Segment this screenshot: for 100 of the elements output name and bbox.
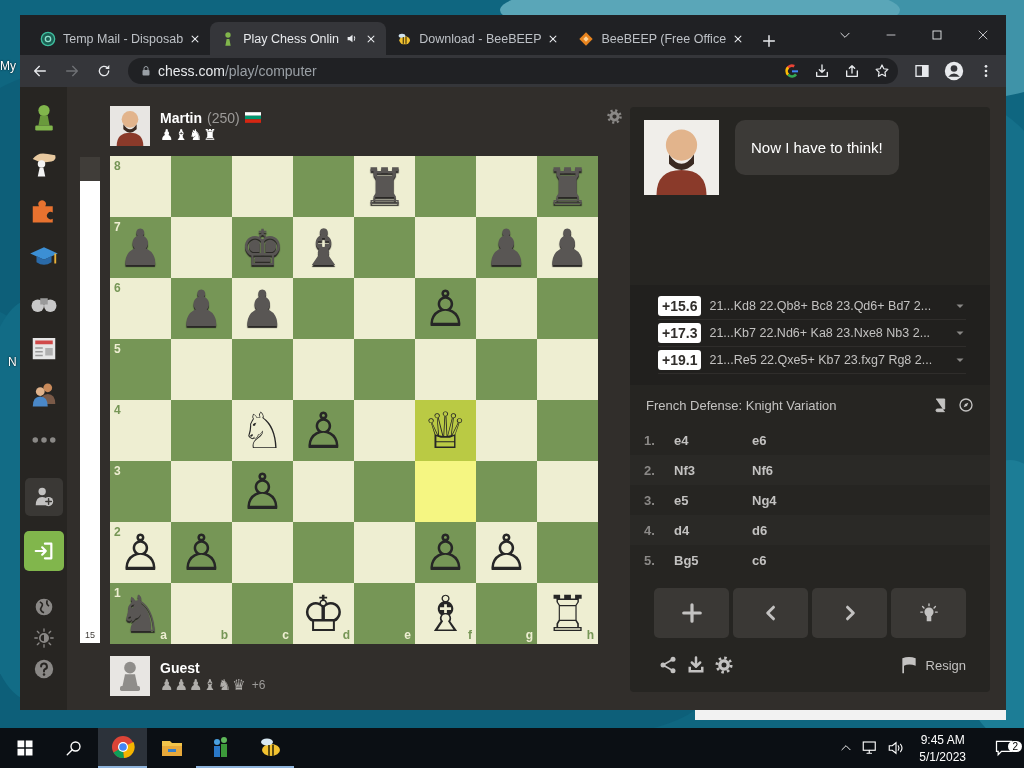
brightness-icon[interactable] xyxy=(33,627,54,648)
chess-piece[interactable]: ♙ xyxy=(240,466,285,517)
material-advantage: +6 xyxy=(251,678,266,692)
new-tab-icon[interactable] xyxy=(761,33,778,49)
move-number: 4. xyxy=(644,522,656,538)
profile-icon[interactable] xyxy=(944,61,964,81)
volume-icon[interactable] xyxy=(887,739,906,757)
google-icon[interactable] xyxy=(784,63,800,79)
rank-label: 6 xyxy=(114,281,121,295)
board-square[interactable]: ♕ xyxy=(415,400,476,461)
move-text[interactable]: e6 xyxy=(752,432,767,448)
board-square[interactable]: ♝ xyxy=(293,217,354,278)
board-square[interactable]: ♟ xyxy=(232,278,293,339)
engine-line[interactable]: 21...Re5 22.Qxe5+ Kb7 23.fxg7 Rg8 2... xyxy=(709,353,946,367)
file-label: g xyxy=(525,628,533,642)
evaluation-score: +15.6 xyxy=(658,296,702,316)
close-icon[interactable] xyxy=(190,33,201,44)
rank-label: 2 xyxy=(114,525,121,539)
move-text[interactable]: d4 xyxy=(674,522,752,538)
share-icon[interactable] xyxy=(844,63,860,79)
chess-piece[interactable]: ♙ xyxy=(179,527,224,578)
move-text[interactable]: Nf3 xyxy=(674,462,752,478)
file-label: d xyxy=(342,628,350,642)
chess-piece[interactable]: ♟ xyxy=(240,283,285,334)
address-bar[interactable]: chess.com/play/computer xyxy=(128,58,898,84)
move-text[interactable]: Nf6 xyxy=(752,462,773,478)
browser-tab[interactable]: Download - BeeBEEP xyxy=(386,22,569,55)
hint-button[interactable] xyxy=(891,588,966,638)
add-friend-button[interactable] xyxy=(24,478,63,516)
chess-piece[interactable]: ♘ xyxy=(240,405,285,456)
chess-piece[interactable]: ♝ xyxy=(301,222,346,273)
board-square[interactable]: ♟ xyxy=(537,217,598,278)
settings-icon[interactable] xyxy=(605,108,623,125)
close-icon[interactable] xyxy=(733,33,744,44)
chess-piece[interactable]: ♜ xyxy=(362,161,407,212)
board-square[interactable]: ♙ xyxy=(232,461,293,522)
board-square[interactable]: ♙ xyxy=(415,522,476,583)
chess-piece[interactable]: ♙ xyxy=(301,405,346,456)
lock-icon xyxy=(140,65,152,77)
browser-tab[interactable]: Temp Mail - Disposab xyxy=(30,22,211,55)
help-icon[interactable] xyxy=(33,658,54,679)
browser-tab[interactable]: Play Chess Onlin xyxy=(210,22,387,55)
diamond-favicon-icon xyxy=(578,30,595,47)
back-icon[interactable] xyxy=(32,63,48,79)
board-square[interactable]: ♙ xyxy=(476,522,537,583)
notification-count: 2 xyxy=(1008,741,1022,752)
chess-piece[interactable]: ♗ xyxy=(423,588,468,639)
settings-icon[interactable] xyxy=(714,655,734,675)
evaluation-reading: 15 xyxy=(84,630,96,640)
move-text[interactable]: e4 xyxy=(674,432,752,448)
evaluation-score: +19.1 xyxy=(658,350,702,370)
star-icon[interactable] xyxy=(874,63,890,79)
player-name[interactable]: Martin xyxy=(160,109,202,126)
close-icon[interactable] xyxy=(977,29,989,41)
move-text[interactable]: Bg5 xyxy=(674,552,752,568)
board-square[interactable]: ♜ xyxy=(354,156,415,217)
move-text[interactable]: e5 xyxy=(674,492,752,508)
captured-pieces: ♟♟♟♝♞♛ xyxy=(160,677,247,693)
board-square[interactable]: ♙ xyxy=(171,522,232,583)
clock-time[interactable]: 9:45 AM xyxy=(920,732,965,747)
chess-piece[interactable]: ♙ xyxy=(423,527,468,578)
browser-tab[interactable]: BeeBEEP (Free Office xyxy=(568,22,754,55)
rank-label: 1 xyxy=(114,586,121,600)
resign-button[interactable]: Resign xyxy=(898,655,966,675)
clock-date[interactable]: 5/1/2023 xyxy=(919,749,966,764)
engine-line[interactable]: 21...Kd8 22.Qb8+ Bc8 23.Qd6+ Bd7 2... xyxy=(709,299,946,313)
player-avatar xyxy=(110,106,150,146)
windows-start-icon[interactable] xyxy=(15,739,34,757)
rank-label: 4 xyxy=(114,403,121,417)
board-square[interactable]: ♙ xyxy=(415,278,476,339)
move-number: 5. xyxy=(644,552,656,568)
download-icon[interactable] xyxy=(686,655,706,675)
board-square[interactable]: ♙ xyxy=(293,400,354,461)
move-text[interactable]: Ng4 xyxy=(752,492,777,508)
board-square[interactable]: ♘ xyxy=(232,400,293,461)
login-button[interactable] xyxy=(23,531,64,571)
chess-piece[interactable]: ♙ xyxy=(484,527,529,578)
reload-icon[interactable] xyxy=(96,63,112,79)
opening-name[interactable]: French Defense: Knight Variation xyxy=(646,397,922,413)
install-icon[interactable] xyxy=(814,63,830,79)
close-icon[interactable] xyxy=(548,33,559,44)
move-text[interactable]: c6 xyxy=(752,552,767,568)
taskbar-app[interactable] xyxy=(98,728,147,768)
chess-piece[interactable]: ♙ xyxy=(423,283,468,334)
chess-piece[interactable]: ♟ xyxy=(545,222,590,273)
chess-piece[interactable]: ♕ xyxy=(423,405,468,456)
close-icon[interactable] xyxy=(366,33,377,44)
player-avatar xyxy=(110,656,150,696)
share-icon[interactable] xyxy=(658,655,678,675)
side-panel-icon[interactable] xyxy=(914,63,930,79)
rank-label: 3 xyxy=(114,464,121,478)
player-name[interactable]: Guest xyxy=(160,659,200,676)
maximize-icon[interactable] xyxy=(931,29,943,41)
search-icon[interactable] xyxy=(64,739,83,757)
engine-line[interactable]: 21...Kb7 22.Nd6+ Ka8 23.Nxe8 Nb3 2... xyxy=(709,326,946,340)
new-game-button[interactable] xyxy=(654,588,729,638)
mail-favicon-icon xyxy=(40,30,56,47)
move-text[interactable]: d6 xyxy=(752,522,768,538)
compass-icon[interactable] xyxy=(958,397,974,413)
globe-icon[interactable] xyxy=(33,596,54,617)
